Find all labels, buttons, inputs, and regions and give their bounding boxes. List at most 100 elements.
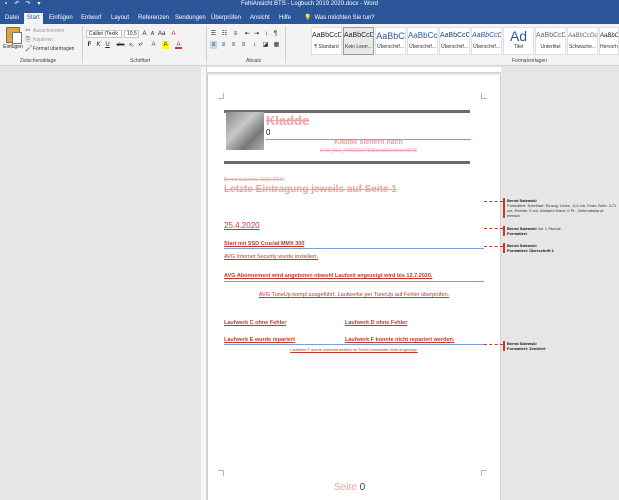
justify-icon[interactable]: ≡ xyxy=(240,41,247,49)
drive-e-status: Laufwerk E wurde repariert xyxy=(224,337,295,343)
group-divider xyxy=(82,26,83,63)
style-no-spacing[interactable]: AaBbCcDd Kein Leerr... xyxy=(343,27,374,55)
align-left-icon[interactable]: ≡ xyxy=(210,41,217,49)
style-name: Überschrif... xyxy=(377,44,404,50)
tab-ansicht[interactable]: Ansicht xyxy=(247,13,273,24)
comment-text: Formatiert: Überschrift 1 xyxy=(507,248,554,253)
shrink-font-icon[interactable]: A xyxy=(149,30,156,38)
style-heading-1[interactable]: AaBbC Überschrif... xyxy=(375,27,406,55)
style-sample: AaBbCcD xyxy=(472,32,502,39)
tracked-change-balloon[interactable]: Bernd Salewski Vor 1 Stunde Formatiert xyxy=(503,226,617,236)
paste-label: Einfügen xyxy=(3,44,23,50)
styles-group-label: Formatvorlagen xyxy=(512,58,548,64)
style-sample: AaBbCcDd xyxy=(568,33,598,39)
highlight-button[interactable]: A xyxy=(162,41,169,49)
font-group-label: Schriftart xyxy=(130,58,151,64)
style-heading-4[interactable]: AaBbCcD Überschrif... xyxy=(471,27,502,55)
style-name: Überschrif... xyxy=(473,44,500,50)
drive-c-status: Laufwerk C ohne Fehler xyxy=(224,320,287,326)
tell-me-search[interactable]: 💡 Was möchten Sie tun? xyxy=(304,14,375,22)
comment-connector xyxy=(484,344,503,345)
comment-text: Formatiert: Zentriert xyxy=(507,346,546,351)
style-sample: AaBbCcDd xyxy=(600,33,619,39)
margin-corner-mark xyxy=(218,470,224,476)
style-title[interactable]: Ad Titel xyxy=(503,27,534,55)
bullets-icon[interactable]: ☰ xyxy=(210,30,217,38)
style-name: Untertitel xyxy=(540,44,561,50)
document-page[interactable]: Kladde 0 Kladde siehern nach K:\D_ALL_PR… xyxy=(207,75,501,500)
borders-icon[interactable]: ▦ xyxy=(273,41,280,49)
decrease-indent-icon[interactable]: ⇤ xyxy=(244,30,251,38)
font-size-select[interactable]: 10,5 xyxy=(124,30,139,38)
tab-referenzen[interactable]: Referenzen xyxy=(135,13,172,24)
text-effects-button[interactable]: A xyxy=(150,41,157,49)
tab-sendungen[interactable]: Sendungen xyxy=(172,13,209,24)
footer-page-number: 0 xyxy=(359,482,366,493)
tab-entwurf[interactable]: Entwurf xyxy=(78,13,104,24)
bold-button[interactable]: F xyxy=(86,41,93,49)
show-marks-icon[interactable]: ¶ xyxy=(272,30,279,38)
style-subtle-emphasis[interactable]: AaBbCcDd Schwache... xyxy=(567,27,598,55)
paragraph-group-label: Absatz xyxy=(246,58,262,64)
footer-page-word: Seite xyxy=(334,482,357,493)
multilevel-list-icon[interactable]: ≡ xyxy=(232,30,239,38)
style-standard[interactable]: AaBbCcDd ¶ Standard xyxy=(311,27,342,55)
group-divider xyxy=(206,26,207,63)
lightbulb-icon: 💡 xyxy=(304,15,312,21)
style-name: Titel xyxy=(513,44,524,50)
horizontal-ruler[interactable] xyxy=(201,67,501,73)
comment-extra: Formatiert xyxy=(507,231,527,236)
font-name-select[interactable]: Calibri (Textk xyxy=(86,30,122,38)
comment-connector xyxy=(484,228,503,229)
sort-icon[interactable]: ↕ xyxy=(263,30,270,38)
tracked-change-balloon[interactable]: Bernd Salewski Formatiert: Zentriert xyxy=(503,341,617,351)
tracked-change-balloon[interactable]: Bernd Salewski Formatiert: Überschrift 1 xyxy=(503,243,617,253)
header-rule-bottom xyxy=(224,161,470,164)
group-divider xyxy=(285,26,286,63)
title-bar: ▪ ↶ ↷ ▾ FehlAnsicht BTS - Logbuch 2019 2… xyxy=(0,0,619,10)
style-name: Kein Leerr... xyxy=(345,44,372,50)
italic-button[interactable]: K xyxy=(95,41,102,49)
align-center-icon[interactable]: ≡ xyxy=(220,41,227,49)
style-sample: AaBbCcDd xyxy=(312,32,341,39)
paste-button[interactable]: Einfügen xyxy=(2,27,24,55)
subscript-button[interactable]: x₂ xyxy=(128,41,135,49)
paintbrush-icon: 🖌 xyxy=(25,46,33,52)
tab-ueberpruefen[interactable]: Überprüfen xyxy=(208,13,244,24)
underline-button[interactable]: U xyxy=(104,41,111,49)
font-color-button[interactable]: A xyxy=(175,41,182,49)
entry-line-3: AVG Abonnement wird angeboten obwohl Lau… xyxy=(224,273,433,279)
style-heading-3[interactable]: AaBbCcC Überschrif... xyxy=(439,27,470,55)
increase-indent-icon[interactable]: ⇥ xyxy=(253,30,260,38)
line-spacing-icon[interactable]: ↕ xyxy=(251,41,258,49)
numbering-icon[interactable]: ☷ xyxy=(221,30,228,38)
header-number: 0 xyxy=(266,128,271,137)
style-emphasis[interactable]: AaBbCcDd Hervorhe... xyxy=(599,27,619,55)
align-right-icon[interactable]: ≡ xyxy=(230,41,237,49)
cut-label: Ausschneiden xyxy=(33,28,65,34)
copy-button[interactable]: ⎘ Kopieren xyxy=(25,37,53,43)
change-case-icon[interactable]: Aa xyxy=(158,30,165,38)
style-subtitle[interactable]: AaBbCcD Untertitel xyxy=(535,27,566,55)
tab-layout[interactable]: Layout xyxy=(108,13,132,24)
comment-text: Vor 1 Stunde xyxy=(537,226,561,231)
style-sample: AaBbCcD xyxy=(536,32,566,39)
drive-d-status: Laufwerk D ohne Fehler xyxy=(345,320,408,326)
shading-icon[interactable]: ◪ xyxy=(262,41,269,49)
drive-f-note: Laufwerk F wurde zwischenzeitlich im Tot… xyxy=(290,347,418,352)
tab-einfuegen[interactable]: Einfügen xyxy=(46,13,76,24)
copy-icon: ⎘ xyxy=(25,37,31,43)
tab-start[interactable]: Start xyxy=(24,13,43,24)
entry-line-4: AVG TuneUp kompl ausgeführt. Laufwerke p… xyxy=(258,292,450,298)
cut-button[interactable]: ✂ Ausschneiden xyxy=(25,28,64,34)
clear-formatting-icon[interactable]: A xyxy=(170,30,177,38)
tab-datei[interactable]: Datei xyxy=(2,13,23,24)
style-name: Überschrif... xyxy=(441,44,468,50)
tab-hilfe[interactable]: Hilfe xyxy=(276,13,294,24)
strikethrough-button[interactable]: abc xyxy=(115,41,126,49)
superscript-button[interactable]: x² xyxy=(137,41,144,49)
style-heading-2[interactable]: AaBbCc Überschrif... xyxy=(407,27,438,55)
format-painter-button[interactable]: 🖌 Format übertragen xyxy=(25,46,74,52)
grow-font-icon[interactable]: A xyxy=(141,30,148,38)
tracked-change-balloon[interactable]: Bernd Salewski Formatiert: Schriftart: E… xyxy=(503,198,617,218)
